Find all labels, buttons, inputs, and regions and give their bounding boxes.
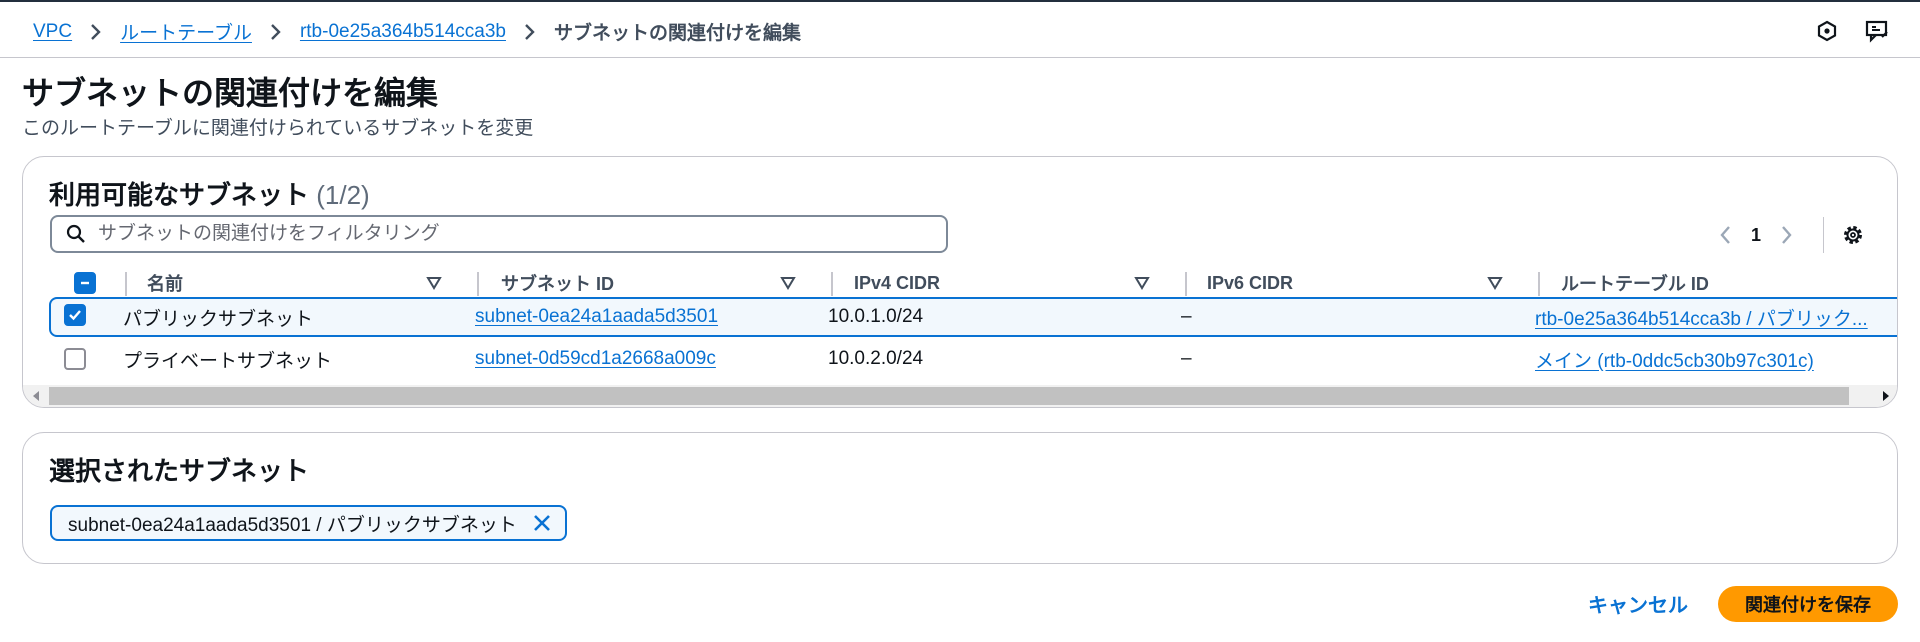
- cell-name: パブリックサブネット: [123, 308, 314, 330]
- select-all-checkbox[interactable]: [74, 272, 96, 294]
- column-divider: [1538, 272, 1540, 296]
- save-associations-button[interactable]: 関連付けを保存: [1718, 586, 1898, 622]
- checkbox-unchecked-icon: [64, 348, 86, 370]
- horizontal-scrollbar[interactable]: [23, 385, 1897, 407]
- selection-count: (1/2): [316, 180, 370, 210]
- available-subnets-heading: 利用可能なサブネット (1/2): [49, 175, 370, 212]
- chevron-right-icon: [262, 22, 290, 42]
- available-subnets-title: 利用可能なサブネット: [49, 180, 310, 210]
- cell-subnet-id-link[interactable]: subnet-0d59cd1a2668a009c: [475, 339, 716, 379]
- next-page-icon[interactable]: [1771, 219, 1803, 251]
- breadcrumb-route-table-id[interactable]: rtb-0e25a364b514cca3b: [300, 21, 506, 43]
- cell-ipv4: 10.0.1.0/24: [828, 306, 924, 327]
- current-page-number[interactable]: 1: [1741, 225, 1771, 246]
- available-subnets-panel: 利用可能なサブネット (1/2) 1 名前 サブネット: [22, 156, 1898, 408]
- info-hexagon-icon[interactable]: [1814, 18, 1840, 44]
- feedback-icon[interactable]: [1864, 18, 1890, 44]
- scrollbar-thumb[interactable]: [49, 387, 1849, 405]
- cancel-button[interactable]: キャンセル: [1578, 584, 1698, 622]
- breadcrumb: VPC ルートテーブル rtb-0e25a364b514cca3b サブネットの…: [33, 18, 801, 45]
- cell-name: プライベートサブネット: [123, 350, 333, 372]
- cell-ipv4: 10.0.2.0/24: [828, 348, 924, 369]
- column-divider: [1185, 272, 1187, 296]
- gear-icon[interactable]: [1839, 221, 1867, 249]
- scroll-right-icon[interactable]: [1879, 389, 1893, 403]
- search-icon: [64, 222, 88, 246]
- chevron-right-icon: [516, 22, 544, 42]
- cell-subnet-id-link[interactable]: subnet-0ea24a1aada5d3501: [475, 297, 718, 337]
- cell-ipv6: –: [1181, 348, 1192, 369]
- selected-subnet-token: subnet-0ea24a1aada5d3501 / パブリックサブネット: [50, 505, 567, 541]
- indeterminate-checkbox-icon: [74, 272, 96, 294]
- column-divider: [477, 272, 479, 296]
- selected-subnets-panel: 選択されたサブネット subnet-0ea24a1aada5d3501 / パブ…: [22, 432, 1898, 564]
- cell-ipv6: –: [1181, 306, 1192, 327]
- chevron-right-icon: [82, 22, 110, 42]
- filter-field[interactable]: [50, 215, 948, 253]
- pagination: 1: [1709, 219, 1803, 251]
- breadcrumb-vpc[interactable]: VPC: [33, 21, 72, 43]
- cell-route-table-link[interactable]: rtb-0e25a364b514cca3b / パブリック...: [1535, 297, 1868, 337]
- token-label: subnet-0ea24a1aada5d3501 / パブリックサブネット: [68, 514, 517, 536]
- column-divider: [125, 272, 127, 296]
- previous-page-icon[interactable]: [1709, 219, 1741, 251]
- page-title: サブネットの関連付けを編集: [22, 75, 439, 111]
- table-row[interactable]: パブリックサブネット subnet-0ea24a1aada5d3501 10.0…: [49, 297, 1897, 337]
- breadcrumb-route-tables[interactable]: ルートテーブル: [120, 18, 252, 45]
- column-divider: [831, 272, 833, 296]
- checkmark-icon: [64, 304, 86, 326]
- selected-subnets-heading: 選択されたサブネット: [49, 456, 310, 486]
- page-description: このルートテーブルに関連付けられているサブネットを変更: [22, 118, 534, 139]
- cell-route-table-link[interactable]: メイン (rtb-0ddc5cb30b97c301c): [1535, 339, 1814, 379]
- table-row[interactable]: プライベートサブネット subnet-0d59cd1a2668a009c 10.…: [49, 339, 1897, 379]
- close-icon[interactable]: [529, 510, 555, 536]
- scroll-left-icon[interactable]: [29, 389, 43, 403]
- filter-input[interactable]: [98, 223, 918, 245]
- row-checkbox[interactable]: [64, 348, 86, 370]
- pager-divider: [1823, 217, 1824, 253]
- row-checkbox[interactable]: [64, 304, 86, 326]
- breadcrumb-current: サブネットの関連付けを編集: [553, 23, 801, 44]
- page-header: VPC ルートテーブル rtb-0e25a364b514cca3b サブネットの…: [0, 2, 1920, 58]
